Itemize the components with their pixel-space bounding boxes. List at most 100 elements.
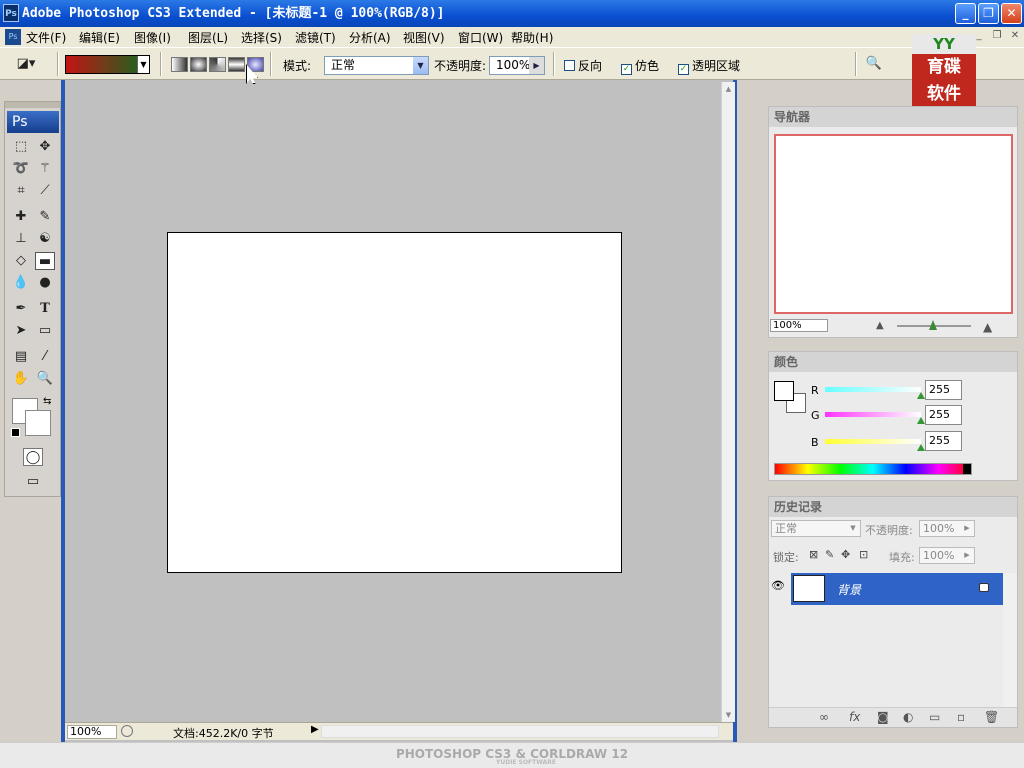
eraser-tool-icon[interactable]: ◇ — [11, 252, 31, 270]
chevron-down-icon[interactable]: ▼ — [137, 56, 149, 73]
add-mask-icon[interactable]: ◙ — [877, 710, 889, 724]
delete-layer-icon[interactable]: 🗑 — [984, 710, 999, 724]
transparency-checkbox[interactable]: ✓ 透明区域 — [678, 57, 740, 75]
lock-position-icon[interactable]: ✥ — [841, 548, 850, 561]
checkmark-icon[interactable]: ✓ — [678, 64, 689, 75]
dodge-tool-icon[interactable]: ● — [35, 274, 55, 292]
angle-gradient-icon[interactable] — [209, 57, 226, 72]
reverse-checkbox[interactable]: 反向 — [564, 57, 602, 74]
move-tool-icon[interactable]: ✥ — [35, 138, 55, 156]
history-title[interactable]: 历史记录 — [769, 497, 1017, 517]
reflected-gradient-icon[interactable] — [228, 57, 245, 72]
zoom-in-icon[interactable]: ▲ — [983, 320, 992, 334]
status-menu-icon[interactable] — [121, 725, 133, 737]
g-value-input[interactable]: 255 — [925, 405, 962, 425]
menu-edit[interactable]: 编辑(E) — [79, 29, 120, 46]
mode-select[interactable]: 正常 ▼ — [324, 56, 429, 75]
navigator-zoom-slider[interactable] — [897, 320, 971, 330]
notes-tool-icon[interactable]: ▤ — [11, 348, 31, 366]
checkmark-icon[interactable]: ✓ — [621, 64, 632, 75]
status-arrow-icon[interactable]: ▶ — [311, 724, 319, 735]
new-group-icon[interactable]: ▭ — [929, 710, 940, 724]
g-slider-knob[interactable] — [917, 417, 925, 424]
layers-scrollbar[interactable] — [1003, 573, 1017, 715]
path-selection-tool-icon[interactable]: ➤ — [11, 322, 31, 340]
lock-transparency-icon[interactable]: ⊠ — [809, 548, 818, 561]
menu-analysis[interactable]: 分析(A) — [349, 29, 391, 46]
opacity-input[interactable]: 100% ▶ — [489, 56, 545, 75]
zoom-level-field[interactable]: 100% — [67, 725, 117, 739]
scroll-down-icon[interactable]: ▼ — [722, 708, 735, 722]
menu-file[interactable]: 文件(F) — [26, 29, 66, 46]
link-layers-icon[interactable]: ∞ — [819, 710, 829, 724]
doc-restore-icon[interactable]: ❐ — [990, 29, 1004, 43]
menu-view[interactable]: 视图(V) — [403, 29, 445, 46]
zoom-out-icon[interactable]: ▲ — [876, 320, 884, 331]
lock-pixels-icon[interactable]: ✎ — [825, 548, 834, 561]
slider-knob[interactable] — [929, 320, 937, 330]
horizontal-scrollbar[interactable] — [321, 725, 719, 738]
background-color-swatch[interactable] — [25, 410, 51, 436]
r-slider-knob[interactable] — [917, 392, 925, 399]
navigator-zoom-field[interactable]: 100% — [770, 319, 828, 332]
foreground-swatch[interactable] — [774, 381, 794, 401]
brush-tool-icon[interactable]: ✎ — [35, 208, 55, 226]
minimize-button[interactable]: _ — [955, 3, 976, 24]
navigator-title[interactable]: 导航器 — [769, 107, 1017, 127]
document-canvas[interactable] — [167, 232, 622, 573]
clone-stamp-tool-icon[interactable]: ⊥ — [11, 230, 31, 248]
menu-help[interactable]: 帮助(H) — [511, 29, 553, 46]
checkbox-empty-icon[interactable] — [564, 60, 575, 71]
zoom-tool-icon[interactable]: 🔍 — [35, 370, 55, 388]
tool-preset-picker-icon[interactable]: ◪▾ — [16, 55, 36, 73]
new-layer-icon[interactable]: ▫ — [957, 710, 965, 724]
g-slider[interactable] — [825, 412, 921, 417]
magic-wand-tool-icon[interactable]: ⚚ — [35, 160, 55, 178]
hand-tool-icon[interactable]: ✋ — [11, 370, 31, 388]
dither-checkbox[interactable]: ✓ 仿色 — [621, 57, 659, 75]
menu-select[interactable]: 选择(S) — [241, 29, 282, 46]
healing-brush-tool-icon[interactable]: ✚ — [11, 208, 31, 226]
radial-gradient-icon[interactable] — [190, 57, 207, 72]
screen-mode-icon[interactable]: ▭ — [23, 473, 43, 491]
layer-row[interactable]: 背景 — [791, 573, 1003, 605]
blur-tool-icon[interactable]: 💧 — [11, 274, 31, 292]
layer-style-icon[interactable]: fx — [849, 710, 860, 724]
color-spectrum[interactable] — [774, 463, 972, 475]
vertical-scrollbar[interactable]: ▲ ▼ — [721, 82, 735, 722]
linear-gradient-icon[interactable] — [171, 57, 188, 72]
crop-tool-icon[interactable]: ⌗ — [11, 182, 31, 200]
history-brush-tool-icon[interactable]: ☯ — [35, 230, 55, 248]
maximize-button[interactable]: ❐ — [978, 3, 999, 24]
adjustment-layer-icon[interactable]: ◐ — [903, 710, 913, 724]
scroll-up-icon[interactable]: ▲ — [722, 82, 735, 96]
chevron-down-icon[interactable]: ▼ — [413, 57, 428, 74]
eyedropper-tool-icon[interactable]: ⁄ — [35, 348, 55, 366]
default-colors-icon[interactable] — [11, 428, 20, 437]
menu-window[interactable]: 窗口(W) — [458, 29, 503, 46]
lasso-tool-icon[interactable]: ➰ — [11, 160, 31, 178]
gradient-picker[interactable]: ▼ — [65, 55, 150, 74]
visibility-eye-icon[interactable]: 👁 — [771, 579, 785, 592]
layer-opacity-input[interactable]: 100% ▶ — [919, 520, 975, 537]
menu-layer[interactable]: 图层(L) — [188, 29, 228, 46]
doc-close-icon[interactable]: ✕ — [1008, 29, 1022, 43]
fill-input[interactable]: 100% ▶ — [919, 547, 975, 564]
navigator-preview[interactable] — [774, 134, 1013, 314]
quick-mask-icon[interactable]: ◯ — [23, 448, 43, 466]
close-button[interactable]: ✕ — [1001, 3, 1022, 24]
document-icon[interactable]: Ps — [5, 29, 21, 45]
rectangle-tool-icon[interactable]: ▭ — [35, 322, 55, 340]
bridge-search-icon[interactable]: 🔍 — [864, 55, 884, 73]
swap-colors-icon[interactable]: ⇆ — [43, 396, 51, 407]
menu-image[interactable]: 图像(I) — [134, 29, 171, 46]
b-slider[interactable] — [825, 439, 921, 444]
b-slider-knob[interactable] — [917, 444, 925, 451]
pen-tool-icon[interactable]: ✒ — [11, 300, 31, 318]
slice-tool-icon[interactable]: ⟋ — [35, 182, 55, 200]
color-title[interactable]: 颜色 — [769, 352, 1017, 372]
chevron-right-icon[interactable]: ▶ — [529, 57, 544, 74]
lock-all-icon[interactable]: ⊡ — [859, 548, 868, 561]
blend-mode-select[interactable]: 正常 ▼ — [771, 520, 861, 537]
marquee-tool-icon[interactable]: ⬚ — [11, 138, 31, 156]
